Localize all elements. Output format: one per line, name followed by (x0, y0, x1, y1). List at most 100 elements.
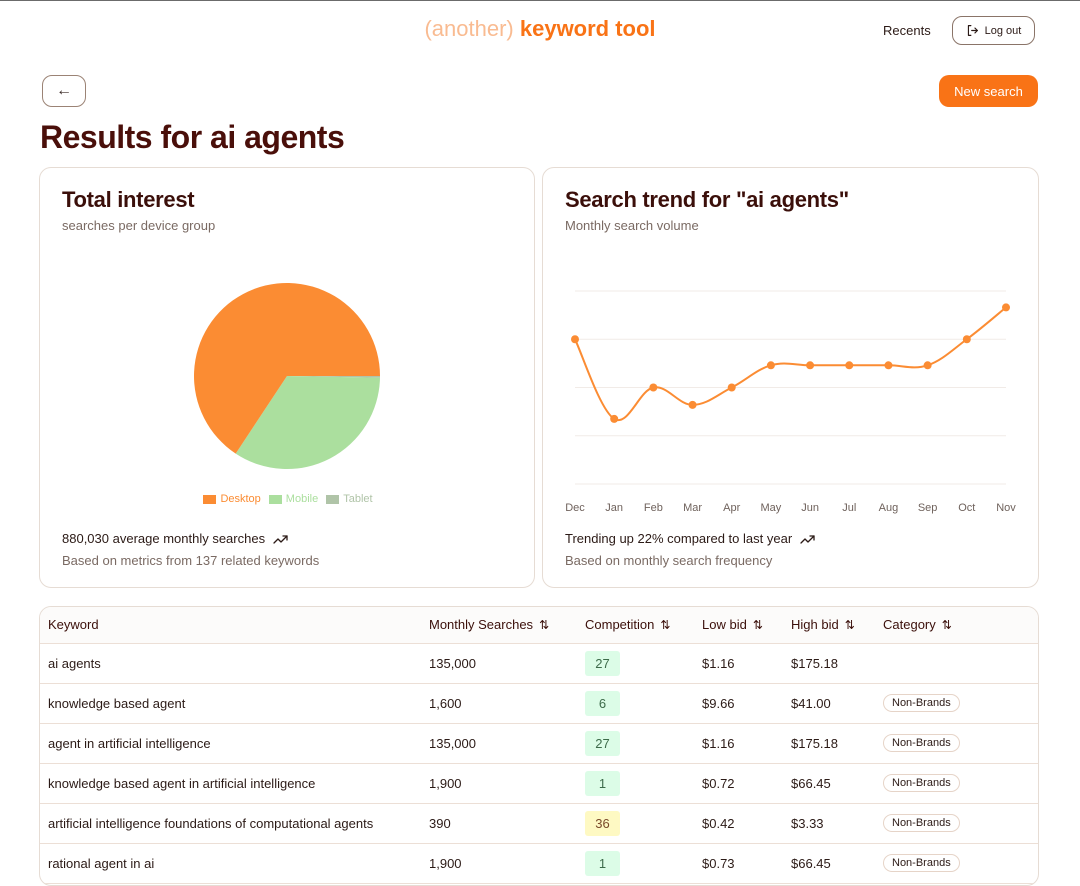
column-label: Low bid (702, 617, 747, 633)
keyword-table: Keyword Monthly Searches ⇅ Competition ⇅ Low … (39, 606, 1039, 886)
line-chart-svg: Dec Jan Feb Mar Apr May Jun Jul Aug Sep Oct Nov (565, 290, 1016, 514)
table-row[interactable]: ai agents 135,000 27 $1.16 $175.18 (40, 643, 1038, 684)
trending-up-icon (800, 534, 815, 544)
table-header-row: Keyword Monthly Searches ⇅ Competition ⇅ Low … (40, 607, 1038, 644)
legend-label: Mobile (285, 493, 319, 505)
data-point-oct[interactable] (962, 335, 971, 344)
interest-note: Based on metrics from 137 related keywor… (62, 553, 320, 568)
back-button[interactable]: ← (42, 75, 86, 107)
low-bid-cell: $9.66 (694, 683, 783, 724)
card-title: Search trend for "ai agents" (565, 187, 849, 212)
competition-badge: 1 (585, 850, 620, 876)
category-cell: Non-Brands (875, 803, 1038, 844)
column-header-competition[interactable]: Competition ⇅ (577, 607, 694, 644)
legend-item-desktop[interactable]: Desktop (203, 493, 261, 505)
x-tick-label: Jun (801, 502, 819, 514)
data-point-may[interactable] (766, 361, 775, 370)
column-header-monthly-searches[interactable]: Monthly Searches ⇅ (421, 607, 577, 644)
data-point-dec[interactable] (571, 335, 579, 344)
table-row[interactable]: rational agent in ai 1,900 1 $0.73 $66.45 Non… (40, 843, 1038, 884)
high-bid-cell: $41.00 (783, 683, 875, 724)
new-search-button[interactable]: New search (939, 75, 1038, 107)
category-badge: Non-Brands (883, 854, 960, 872)
trend-summary-text: Trending up 22% compared to last year (565, 531, 793, 546)
sort-icon[interactable]: ⇅ (845, 618, 855, 632)
pie-legend: Desktop Mobile Tablet (40, 493, 536, 505)
category-cell: Non-Brands (875, 763, 1038, 804)
data-point-nov[interactable] (1002, 303, 1010, 312)
low-bid-cell: $0.73 (694, 843, 783, 884)
x-tick-label: Apr (723, 502, 740, 514)
competition-cell: 1 (577, 843, 694, 884)
category-cell: Non-Brands (875, 723, 1038, 764)
x-tick-label: Oct (958, 502, 975, 514)
category-cell (875, 643, 1038, 684)
card-subtitle: Monthly search volume (565, 218, 699, 233)
series-line (574, 306, 1007, 422)
recents-link[interactable]: Recents (883, 23, 931, 38)
logout-button[interactable]: Log out (952, 16, 1035, 45)
table-row[interactable]: knowledge based agent 1,600 6 $9.66 $41.00 No… (40, 683, 1038, 724)
page-title: Results for ai agents (40, 119, 345, 155)
keyword-cell: artificial intelligence foundations of c… (40, 803, 421, 844)
competition-badge: 27 (585, 730, 620, 756)
high-bid-cell: $175.18 (783, 643, 875, 684)
competition-cell: 6 (577, 683, 694, 724)
interest-summary-text: 880,030 average monthly searches (62, 531, 266, 546)
column-header-category[interactable]: Category ⇅ (875, 607, 1038, 644)
data-point-jul[interactable] (845, 361, 854, 370)
line-chart: Dec Jan Feb Mar Apr May Jun Jul Aug Sep Oct Nov (543, 268, 1040, 518)
competition-badge: 6 (585, 690, 620, 716)
sort-icon[interactable]: ⇅ (660, 618, 670, 632)
monthly-searches-cell: 135,000 (421, 723, 577, 764)
legend-item-tablet[interactable]: Tablet (326, 493, 373, 505)
legend-swatch (268, 494, 282, 504)
trend-note: Based on monthly search frequency (565, 553, 773, 568)
data-point-mar[interactable] (688, 400, 697, 409)
data-point-apr[interactable] (727, 383, 736, 392)
data-point-jan[interactable] (610, 414, 619, 423)
column-header-low-bid[interactable]: Low bid ⇅ (694, 607, 783, 644)
x-tick-label: Mar (683, 502, 702, 514)
x-tick-label: Jan (605, 502, 623, 514)
total-interest-card: Total interest searches per device group… (39, 167, 535, 588)
monthly-searches-cell: 135,000 (421, 643, 577, 684)
data-point-sep[interactable] (923, 361, 932, 370)
sort-icon[interactable]: ⇅ (539, 618, 549, 632)
competition-cell: 27 (577, 643, 694, 684)
table-row[interactable]: knowledge based agent in artificial inte… (40, 763, 1038, 804)
keyword-cell: agent in artificial intelligence (40, 723, 421, 764)
keyword-cell: knowledge based agent in artificial inte… (40, 763, 421, 804)
top-bar: (another) keyword tool Recents Log out (0, 1, 1080, 61)
x-tick-label: Dec (565, 502, 585, 514)
table-body: ai agents 135,000 27 $1.16 $175.18 knowledge … (40, 643, 1038, 884)
monthly-searches-cell: 1,600 (421, 683, 577, 724)
competition-badge: 27 (585, 650, 620, 676)
competition-badge: 1 (585, 770, 620, 796)
keyword-cell: knowledge based agent (40, 683, 421, 724)
legend-item-mobile[interactable]: Mobile (268, 493, 319, 505)
category-badge: Non-Brands (883, 814, 960, 832)
sort-icon[interactable]: ⇅ (753, 618, 763, 632)
table-row[interactable]: artificial intelligence foundations of c… (40, 803, 1038, 844)
card-subtitle: searches per device group (62, 218, 216, 233)
keyword-cell: ai agents (40, 643, 421, 684)
category-badge: Non-Brands (883, 694, 960, 712)
monthly-searches-cell: 1,900 (421, 843, 577, 884)
data-point-jun[interactable] (806, 361, 815, 370)
brand-name: keyword tool (519, 16, 656, 41)
sort-icon[interactable]: ⇅ (942, 618, 952, 632)
category-badge: Non-Brands (883, 734, 960, 752)
category-badge: Non-Brands (883, 774, 960, 792)
legend-swatch (326, 494, 340, 504)
legend-label: Tablet (343, 493, 373, 505)
table-row[interactable]: agent in artificial intelligence 135,000 2… (40, 723, 1038, 764)
data-point-aug[interactable] (884, 361, 893, 370)
x-tick-label: Feb (644, 502, 663, 514)
brand-prefix: (another) (424, 16, 514, 41)
column-header-high-bid[interactable]: High bid ⇅ (783, 607, 875, 644)
high-bid-cell: $66.45 (783, 763, 875, 804)
column-label: Keyword (48, 617, 99, 633)
high-bid-cell: $66.45 (783, 843, 875, 884)
data-point-feb[interactable] (649, 383, 658, 392)
